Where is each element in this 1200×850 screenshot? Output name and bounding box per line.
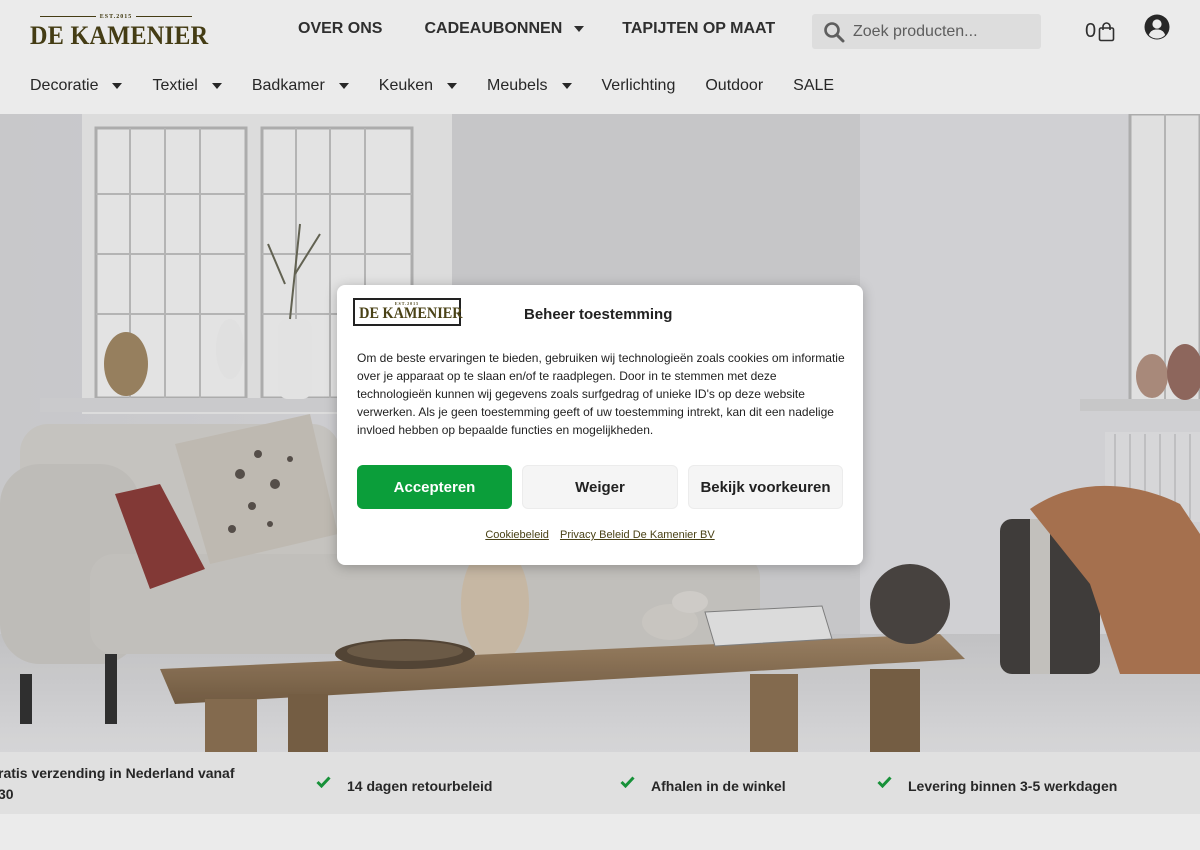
- consent-title: Beheer toestemming: [524, 306, 673, 323]
- deny-button[interactable]: Weiger: [522, 465, 678, 509]
- consent-logo: EST.2015 DE KAMENIER: [353, 298, 463, 326]
- accept-button[interactable]: Accepteren: [357, 465, 512, 509]
- consent-links: Cookiebeleid Privacy Beleid De Kamenier …: [337, 529, 863, 541]
- consent-dialog: EST.2015 DE KAMENIER Beheer toestemming …: [337, 285, 863, 565]
- consent-logo-name: DE KAMENIER: [359, 305, 463, 322]
- privacy-policy-link[interactable]: Privacy Beleid De Kamenier BV: [560, 529, 715, 541]
- consent-text: Om de beste ervaringen te bieden, gebrui…: [357, 351, 845, 437]
- cookie-policy-link[interactable]: Cookiebeleid: [485, 529, 549, 541]
- preferences-button[interactable]: Bekijk voorkeuren: [688, 465, 843, 509]
